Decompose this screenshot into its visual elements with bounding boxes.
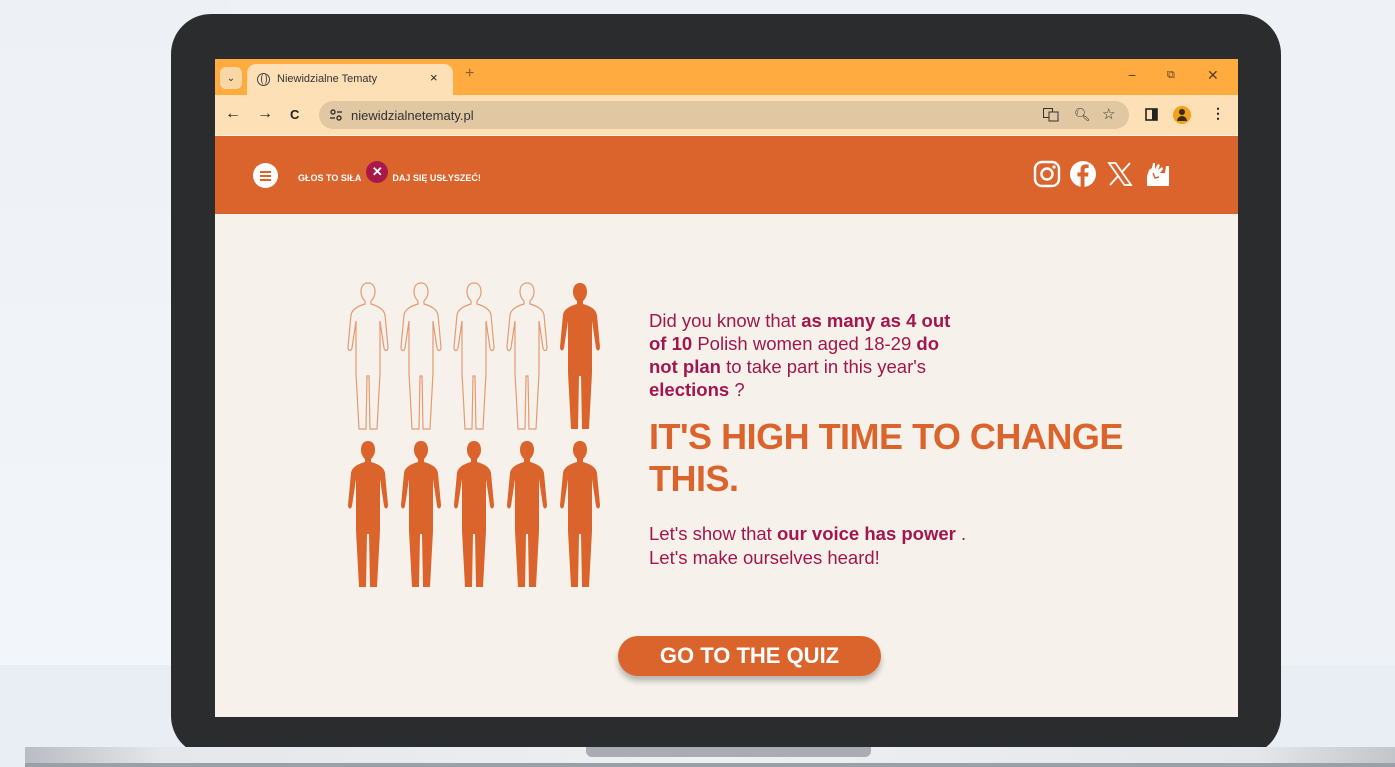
x-icon[interactable] [1106, 160, 1134, 188]
address-bar[interactable]: niewidzialnetematy.pl 🔍︎ ☆ [319, 101, 1129, 129]
url-text: niewidzialnetematy.pl [351, 108, 474, 123]
site-settings-icon[interactable] [329, 108, 343, 122]
cta-part: . [955, 523, 967, 544]
laptop-notch [586, 747, 871, 757]
question-text: Did you know that as many as 4 out of 10… [649, 309, 969, 401]
call-to-action-text: Let's show that our voice has power . Let… [649, 522, 1049, 570]
tab-bar: ⌄ Niewidzialne Tematy × + − ⧉ ✕ [215, 59, 1238, 95]
tab-search-button[interactable]: ⌄ [220, 67, 242, 89]
tab-active[interactable]: Niewidzialne Tematy × [247, 64, 453, 95]
side-panel-icon[interactable] [1145, 108, 1158, 121]
close-window-button[interactable]: ✕ [1207, 67, 1219, 84]
cta-part: Let's show that [649, 523, 777, 544]
new-tab-button[interactable]: + [465, 65, 474, 83]
person-figure-outline [347, 282, 389, 430]
cta-highlight: our voice has power [776, 523, 956, 544]
hamburger-menu-button[interactable] [253, 163, 278, 188]
browser-toolbar: ← → C niewidzialnetematy.pl 🔍︎ ☆ ⋮ [215, 95, 1238, 135]
person-figure-filled [348, 441, 388, 587]
person-figure-filled [401, 441, 441, 587]
logo-left-text: GŁOS TO SIŁA [298, 173, 362, 183]
question-part: Polish women aged 18-29 [692, 333, 917, 354]
question-highlight: elections [649, 379, 730, 400]
back-button[interactable]: ← [225, 105, 241, 123]
person-figure-filled [560, 441, 600, 587]
reload-button[interactable]: C [290, 107, 299, 122]
browser-menu-icon[interactable]: ⋮ [1211, 105, 1225, 122]
tab-close-button[interactable]: × [430, 70, 438, 85]
zoom-icon[interactable]: 🔍︎ [1074, 107, 1091, 123]
browser-window: ⌄ Niewidzialne Tematy × + − ⧉ ✕ ← → C ni… [215, 59, 1238, 717]
question-part: to take part in this year's [720, 356, 927, 377]
person-figure-outline [400, 282, 442, 430]
tab-title: Niewidzialne Tematy [277, 73, 378, 85]
person-figure-filled [560, 283, 600, 429]
person-figure-filled [454, 441, 494, 587]
headline: IT'S HIGH TIME TO CHANGE THIS. [649, 416, 1123, 499]
person-figure-outline [453, 282, 495, 430]
facebook-icon[interactable] [1069, 160, 1097, 188]
person-figure-filled [507, 441, 547, 587]
star-icon[interactable]: ☆ [1102, 105, 1115, 123]
restore-button[interactable]: ⧉ [1167, 69, 1175, 82]
site-logo[interactable]: GŁOS TO SIŁA ✕ DAJ SIĘ USŁYSZEĆ! [298, 161, 481, 190]
globe-icon [257, 73, 270, 86]
hand-icon[interactable] [1143, 160, 1171, 188]
go-to-quiz-button[interactable]: GO TO THE QUIZ [618, 636, 881, 676]
laptop-base-shadow [25, 763, 1395, 767]
instagram-icon[interactable] [1033, 160, 1061, 188]
site-header: GŁOS TO SIŁA ✕ DAJ SIĘ USŁYSZEĆ! [215, 136, 1238, 214]
profile-avatar[interactable] [1173, 106, 1191, 124]
forward-button[interactable]: → [257, 105, 273, 123]
logo-x-icon: ✕ [366, 161, 389, 183]
question-part: Did you know that [649, 310, 802, 331]
question-part: ? [729, 379, 745, 400]
translate-icon[interactable] [1043, 108, 1059, 122]
person-figure-outline [506, 282, 548, 430]
logo-right-text: DAJ SIĘ USŁYSZEĆ! [392, 173, 481, 183]
cta-line-2: Let's make ourselves heard! [649, 547, 880, 568]
minimize-button[interactable]: − [1128, 67, 1136, 83]
